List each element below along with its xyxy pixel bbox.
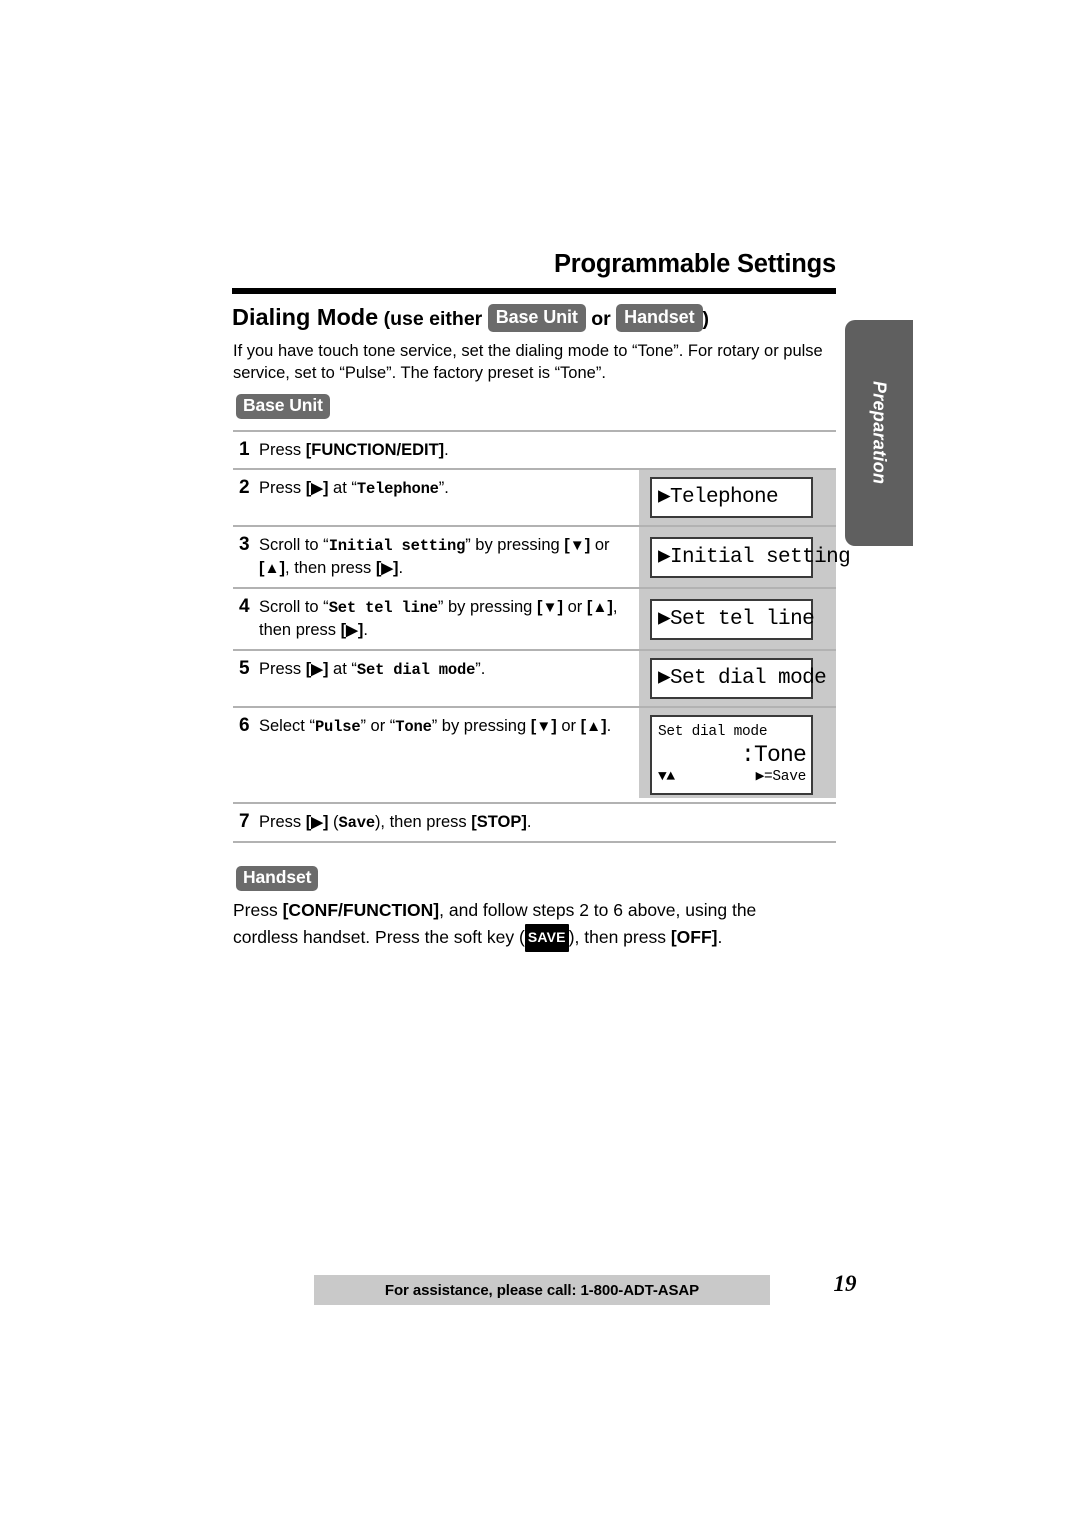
step-inner: 6 Select “Pulse” or “Tone” by pressing [▼… <box>233 708 836 802</box>
step-inner: 2 Press [▶] at “Telephone”. ▶Telephone <box>233 470 836 525</box>
step-number: 2 <box>239 477 250 498</box>
lcd-display: ▶Set tel line <box>650 598 815 640</box>
step-instruction: Scroll to “Initial setting” by pressing … <box>259 536 610 577</box>
lcd-screenshot-cell: ▶Set dial mode <box>633 658 830 699</box>
step-inner: 5 Press [▶] at “Set dial mode”. ▶Set dial … <box>233 651 836 706</box>
handset-paragraph: Press [CONF/FUNCTION], and follow steps … <box>233 897 813 952</box>
lcd-line: ▶Initial setting <box>658 545 851 569</box>
steps-list: 1 Press [FUNCTION/EDIT]. 2 Press [▶] at “Te… <box>233 430 851 843</box>
intro-paragraph: If you have touch tone service, set the … <box>233 342 823 382</box>
lcd-value-line: :Tone <box>740 742 807 768</box>
footer-assistance-bar: For assistance, please call: 1-800-ADT-A… <box>314 1275 770 1305</box>
section-heading: Dialing Mode (use either Base Unit or Ha… <box>232 303 852 332</box>
lcd-title-line: Set dial mode <box>658 724 768 740</box>
step-instruction: Press [▶] at “Set dial mode”. <box>259 660 486 679</box>
badge-handset-title: Handset <box>616 304 703 332</box>
step-number: 6 <box>239 715 250 736</box>
lcd-display: ▶Telephone <box>650 477 813 518</box>
step-number: 5 <box>239 658 250 679</box>
lcd-save-hint: ▶=Save <box>755 769 807 785</box>
step-inner: 3 Scroll to “Initial setting” by pressing… <box>233 527 851 587</box>
lcd-line: ▶Set tel line <box>658 607 815 631</box>
page-number: 19 <box>833 1271 857 1296</box>
badge-base-unit: Base Unit <box>236 394 330 419</box>
lcd-display: ▶Initial setting <box>650 536 851 578</box>
section-subtitle-prefix: (use either <box>383 308 483 330</box>
header-rule <box>232 288 836 294</box>
group-label-handset: Handset <box>236 866 319 891</box>
page-title: Programmable Settings <box>553 250 836 278</box>
lcd-screenshot-cell: ▶Set tel line <box>633 596 830 642</box>
step-inner: 4 Scroll to “Set tel line” by pressing [▼… <box>233 589 836 649</box>
step-inner: 1 Press [FUNCTION/EDIT]. <box>233 432 836 468</box>
step-row: 2 Press [▶] at “Telephone”. ▶Telephone <box>233 468 836 525</box>
side-tab-preparation: Preparation <box>845 320 913 546</box>
badge-base-unit-title: Base Unit <box>487 304 586 332</box>
manual-page: Programmable Settings Dialing Mode (use … <box>0 0 1080 1528</box>
step-row: 7 Press [▶] (Save), then press [STOP]. <box>233 802 836 843</box>
footer-assistance-text: For assistance, please call: 1-800-ADT-A… <box>384 1281 700 1299</box>
step-number: 7 <box>239 811 250 832</box>
step-number: 4 <box>239 596 250 617</box>
step-instruction: Scroll to “Set tel line” by pressing [▼]… <box>259 598 618 639</box>
step-row: 3 Scroll to “Initial setting” by pressing… <box>233 525 851 587</box>
lcd-screenshot-cell: ▶Telephone <box>633 477 830 518</box>
steps-table: 1 Press [FUNCTION/EDIT]. 2 Press [▶] at “Te… <box>233 430 851 843</box>
lcd-nav-arrows-icon: ▼▲ <box>658 769 675 785</box>
lcd-line: ▶Telephone <box>658 486 779 509</box>
section-subtitle-or: or <box>591 308 611 330</box>
section-subtitle-suffix: ) <box>702 308 710 330</box>
step-instruction: Select “Pulse” or “Tone” by pressing [▼]… <box>259 717 612 736</box>
lcd-empty-cell <box>633 811 830 834</box>
lcd-empty-cell <box>633 439 830 461</box>
step-inner: 7 Press [▶] (Save), then press [STOP]. <box>233 804 836 841</box>
lcd-screenshot-cell: ▶Initial setting <box>633 534 851 580</box>
lcd-footer-line: ▼▲ ▶=Save <box>658 768 806 787</box>
side-tab-label: Preparation <box>869 381 890 485</box>
lcd-display: Set dial mode :Tone ▼▲ ▶=Save <box>650 715 813 795</box>
lcd-line: ▶Set dial mode <box>658 667 827 690</box>
step-row: 1 Press [FUNCTION/EDIT]. <box>233 430 836 468</box>
lcd-screenshot-cell: Set dial mode :Tone ▼▲ ▶=Save <box>633 715 830 795</box>
step-row: 5 Press [▶] at “Set dial mode”. ▶Set dial … <box>233 649 836 706</box>
badge-handset: Handset <box>236 866 319 891</box>
step-row: 6 Select “Pulse” or “Tone” by pressing [▼… <box>233 706 836 802</box>
step-instruction: Press [▶] (Save), then press [STOP]. <box>259 813 532 832</box>
step-number: 3 <box>239 534 250 555</box>
section-title: Dialing Mode <box>232 304 379 330</box>
group-label-base-unit: Base Unit <box>236 394 330 419</box>
step-row: 4 Scroll to “Set tel line” by pressing [▼… <box>233 587 836 649</box>
step-instruction: Press [FUNCTION/EDIT]. <box>259 441 449 459</box>
step-number: 1 <box>239 439 250 460</box>
lcd-display: ▶Set dial mode <box>650 658 827 699</box>
step-instruction: Press [▶] at “Telephone”. <box>259 479 449 498</box>
